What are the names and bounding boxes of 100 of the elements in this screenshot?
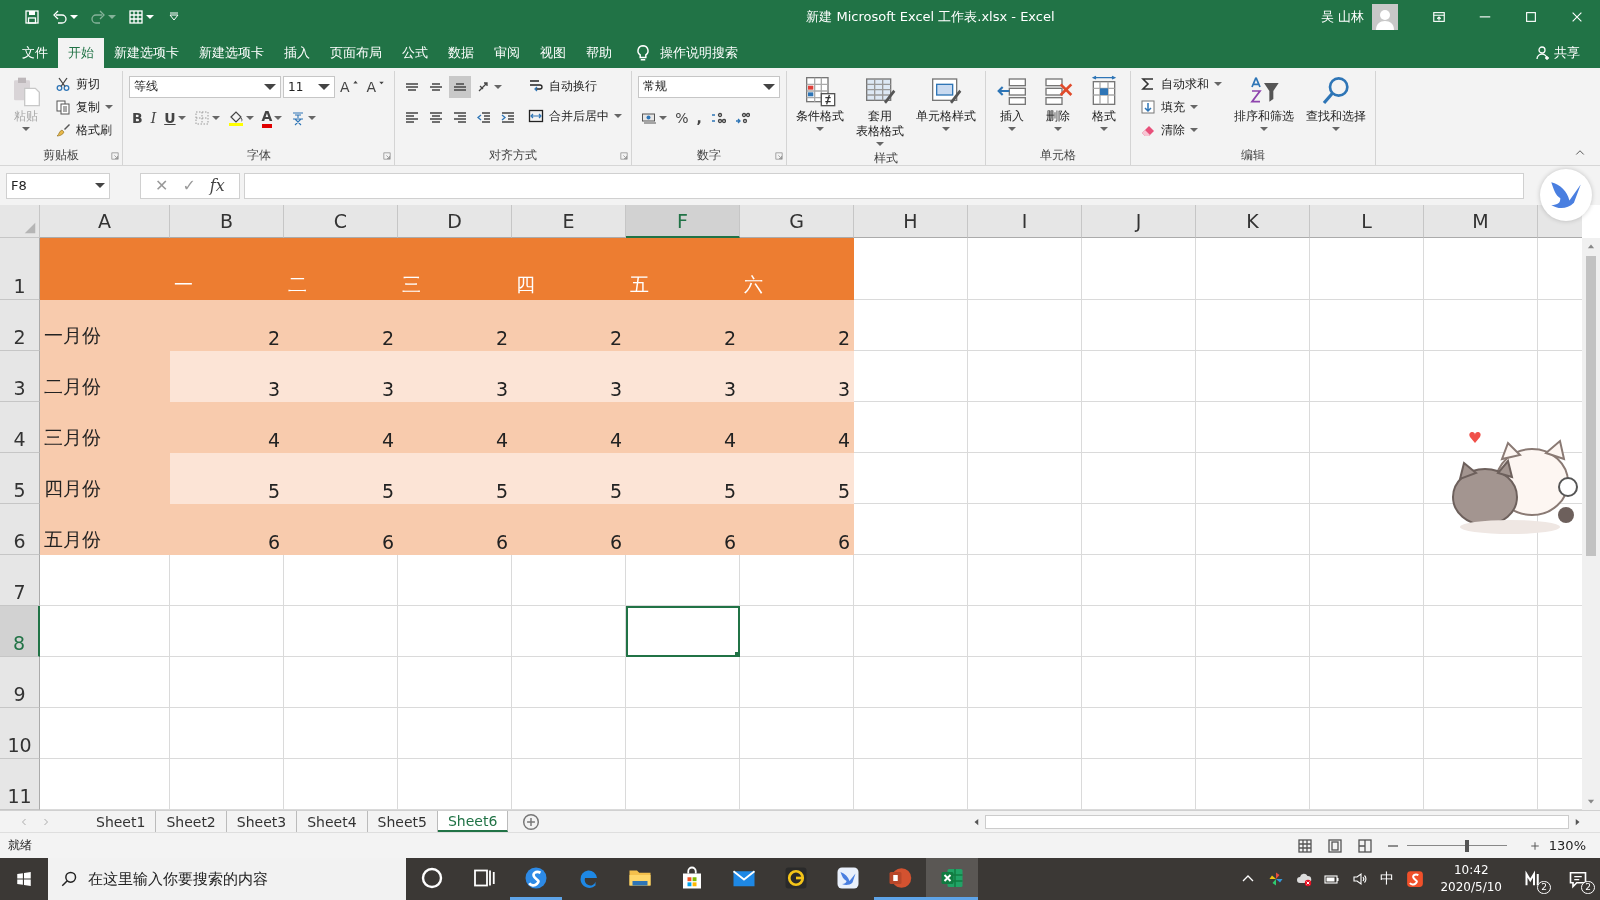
table-cell[interactable]: 4 bbox=[284, 402, 398, 453]
share-button[interactable]: 共享 bbox=[1535, 38, 1580, 68]
ribbon-button[interactable]: 自动换行 bbox=[525, 75, 626, 97]
row-header[interactable]: 1 bbox=[0, 238, 40, 300]
table-cell[interactable]: 三月份 bbox=[40, 402, 170, 453]
ribbon-button[interactable]: 插入 bbox=[992, 73, 1033, 135]
ribbon-tab[interactable]: 数据 bbox=[438, 38, 484, 68]
vertical-scrollbar[interactable] bbox=[1582, 238, 1600, 810]
ribbon-button[interactable]: 格式刷 bbox=[52, 119, 116, 141]
table-cell[interactable]: 4 bbox=[626, 402, 740, 453]
launcher-icon[interactable] bbox=[774, 151, 785, 161]
dropdown-field[interactable]: 等线 bbox=[129, 75, 281, 98]
notification-button[interactable]: 2 bbox=[1556, 858, 1600, 900]
ribbon-tab[interactable]: 页面布局 bbox=[320, 38, 392, 68]
table-cell[interactable]: 2 bbox=[398, 300, 512, 351]
row-header[interactable]: 11 bbox=[0, 759, 40, 810]
row-header[interactable]: 10 bbox=[0, 708, 40, 759]
table-cell[interactable]: 3 bbox=[740, 351, 854, 402]
row-header[interactable]: 2 bbox=[0, 300, 40, 351]
table-cell[interactable]: 6 bbox=[284, 504, 398, 555]
column-header[interactable]: E bbox=[512, 205, 626, 238]
table-cell[interactable]: 2 bbox=[170, 300, 284, 351]
plus-icon[interactable] bbox=[1528, 839, 1541, 852]
minus-icon[interactable] bbox=[1386, 843, 1399, 848]
tray-button[interactable]: 2 bbox=[1512, 858, 1556, 900]
ribbon-button[interactable]: 清除 bbox=[1137, 119, 1226, 141]
launcher-icon[interactable] bbox=[382, 151, 393, 161]
ribbon-button[interactable]: 条件格式 bbox=[793, 73, 848, 135]
table-cell[interactable]: 2 bbox=[512, 300, 626, 351]
ribbon-button[interactable]: 自动求和 bbox=[1137, 73, 1226, 95]
dropdown-field[interactable]: 11 bbox=[283, 75, 335, 98]
table-cell[interactable]: 一月份 bbox=[40, 300, 170, 351]
table-cell[interactable]: 2 bbox=[284, 300, 398, 351]
column-header[interactable]: D bbox=[398, 205, 512, 238]
launcher-icon[interactable] bbox=[619, 151, 630, 161]
table-cell[interactable]: 5 bbox=[398, 453, 512, 504]
table-cell[interactable]: 3 bbox=[626, 351, 740, 402]
table-cell[interactable]: 4 bbox=[512, 402, 626, 453]
ribbon-button[interactable]: 单元格样式 bbox=[913, 73, 980, 135]
row-header[interactable]: 3 bbox=[0, 351, 40, 402]
table-cell[interactable]: 4 bbox=[398, 402, 512, 453]
table-cell[interactable]: 5 bbox=[170, 453, 284, 504]
format-button[interactable]: % bbox=[672, 106, 692, 129]
ribbon-button[interactable]: 格式 bbox=[1084, 73, 1125, 135]
ribbon-tab[interactable]: 文件 bbox=[12, 38, 58, 68]
format-button[interactable]: I bbox=[147, 106, 160, 129]
column-header[interactable]: G bbox=[740, 205, 854, 238]
column-header[interactable]: H bbox=[854, 205, 968, 238]
table-cell[interactable]: 5 bbox=[284, 453, 398, 504]
format-button[interactable]: A bbox=[258, 106, 286, 129]
format-button[interactable]: U bbox=[161, 106, 189, 129]
column-header[interactable]: I bbox=[968, 205, 1082, 238]
column-header[interactable]: J bbox=[1082, 205, 1196, 238]
format-button[interactable]: A bbox=[337, 75, 362, 98]
row-header[interactable]: 6 bbox=[0, 504, 40, 555]
ribbon-button[interactable]: 复制 bbox=[52, 96, 116, 118]
ribbon-tab[interactable]: 开始 bbox=[58, 38, 104, 68]
ribbon-button[interactable]: 查找和选择 bbox=[1303, 73, 1370, 135]
table-cell[interactable]: 6 bbox=[740, 504, 854, 555]
table-cell[interactable]: 四月份 bbox=[40, 453, 170, 504]
format-button[interactable]: , bbox=[693, 106, 705, 129]
tell-me-search[interactable]: 操作说明搜索 bbox=[634, 38, 738, 68]
ribbon-button[interactable]: 剪切 bbox=[52, 73, 116, 95]
dropdown-field[interactable]: 常规 bbox=[638, 75, 781, 98]
table-cell[interactable]: 6 bbox=[170, 504, 284, 555]
ribbon-tab[interactable]: 新建选项卡 bbox=[189, 38, 274, 68]
column-header[interactable]: F bbox=[626, 205, 740, 238]
page-layout-icon[interactable] bbox=[1326, 837, 1343, 854]
table-cell[interactable]: 4 bbox=[170, 402, 284, 453]
table-cell[interactable]: 6 bbox=[626, 504, 740, 555]
ribbon-button[interactable]: 排序和筛选 bbox=[1231, 73, 1298, 135]
column-header[interactable]: L bbox=[1310, 205, 1424, 238]
table-cell[interactable]: 二月份 bbox=[40, 351, 170, 402]
column-header[interactable]: M bbox=[1424, 205, 1538, 238]
column-header[interactable]: C bbox=[284, 205, 398, 238]
column-header[interactable]: K bbox=[1196, 205, 1310, 238]
table-cell[interactable]: 3 bbox=[284, 351, 398, 402]
table-cell[interactable]: 五月份 bbox=[40, 504, 170, 555]
formula-input[interactable] bbox=[243, 172, 1524, 199]
ribbon-button[interactable]: 合并后居中 bbox=[525, 105, 626, 127]
ribbon-tab[interactable]: 视图 bbox=[530, 38, 576, 68]
row-header[interactable]: 9 bbox=[0, 657, 40, 708]
page-break-icon[interactable] bbox=[1356, 837, 1373, 854]
ribbon-button[interactable]: 填充 bbox=[1137, 96, 1226, 118]
column-header[interactable]: A bbox=[40, 205, 170, 238]
search-input[interactable]: 在这里输入你要搜索的内容 bbox=[88, 866, 394, 892]
column-header[interactable]: B bbox=[170, 205, 284, 238]
ribbon-tab[interactable]: 新建选项卡 bbox=[104, 38, 189, 68]
ribbon-tab[interactable]: 公式 bbox=[392, 38, 438, 68]
row-header[interactable]: 4 bbox=[0, 402, 40, 453]
table-cell[interactable]: 3 bbox=[512, 351, 626, 402]
name-box[interactable]: F8 bbox=[6, 172, 110, 199]
table-cell[interactable]: 5 bbox=[740, 453, 854, 504]
ribbon-tab[interactable]: 插入 bbox=[274, 38, 320, 68]
row-header[interactable]: 5 bbox=[0, 453, 40, 504]
table-cell[interactable]: 3 bbox=[398, 351, 512, 402]
table-cell[interactable]: 5 bbox=[626, 453, 740, 504]
table-cell[interactable]: 6 bbox=[512, 504, 626, 555]
ribbon-button[interactable]: 删除 bbox=[1038, 73, 1079, 135]
ribbon-tab[interactable]: 审阅 bbox=[484, 38, 530, 68]
